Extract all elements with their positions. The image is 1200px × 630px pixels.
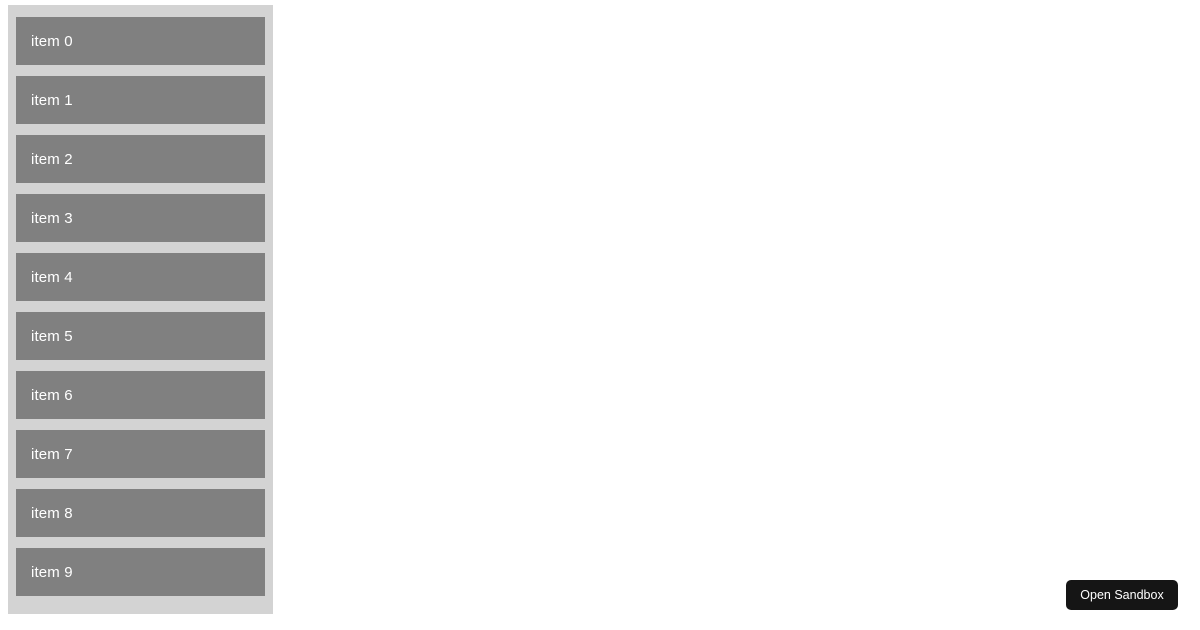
list-item-label: item 0 (31, 32, 73, 50)
list-item[interactable]: item 0 (16, 17, 265, 65)
list-item-label: item 3 (31, 209, 73, 227)
list-item[interactable]: item 4 (16, 253, 265, 301)
list-item[interactable]: item 6 (16, 371, 265, 419)
list-item[interactable]: item 1 (16, 76, 265, 124)
list-inner: item 0 item 1 item 2 item 3 item 4 item … (16, 17, 265, 596)
open-sandbox-button[interactable]: Open Sandbox (1066, 580, 1178, 610)
list-item-label: item 2 (31, 150, 73, 168)
list-item[interactable]: item 2 (16, 135, 265, 183)
list-item[interactable]: item 7 (16, 430, 265, 478)
list-item-label: item 7 (31, 445, 73, 463)
virtualized-list-container[interactable]: item 0 item 1 item 2 item 3 item 4 item … (8, 5, 273, 614)
list-item-label: item 8 (31, 504, 73, 522)
list-item[interactable]: item 9 (16, 548, 265, 596)
list-item-label: item 6 (31, 386, 73, 404)
list-item[interactable]: item 3 (16, 194, 265, 242)
list-item-label: item 1 (31, 91, 73, 109)
list-item-label: item 9 (31, 563, 73, 581)
list-item-label: item 4 (31, 268, 73, 286)
list-item[interactable]: item 5 (16, 312, 265, 360)
list-item[interactable]: item 8 (16, 489, 265, 537)
list-item-label: item 5 (31, 327, 73, 345)
